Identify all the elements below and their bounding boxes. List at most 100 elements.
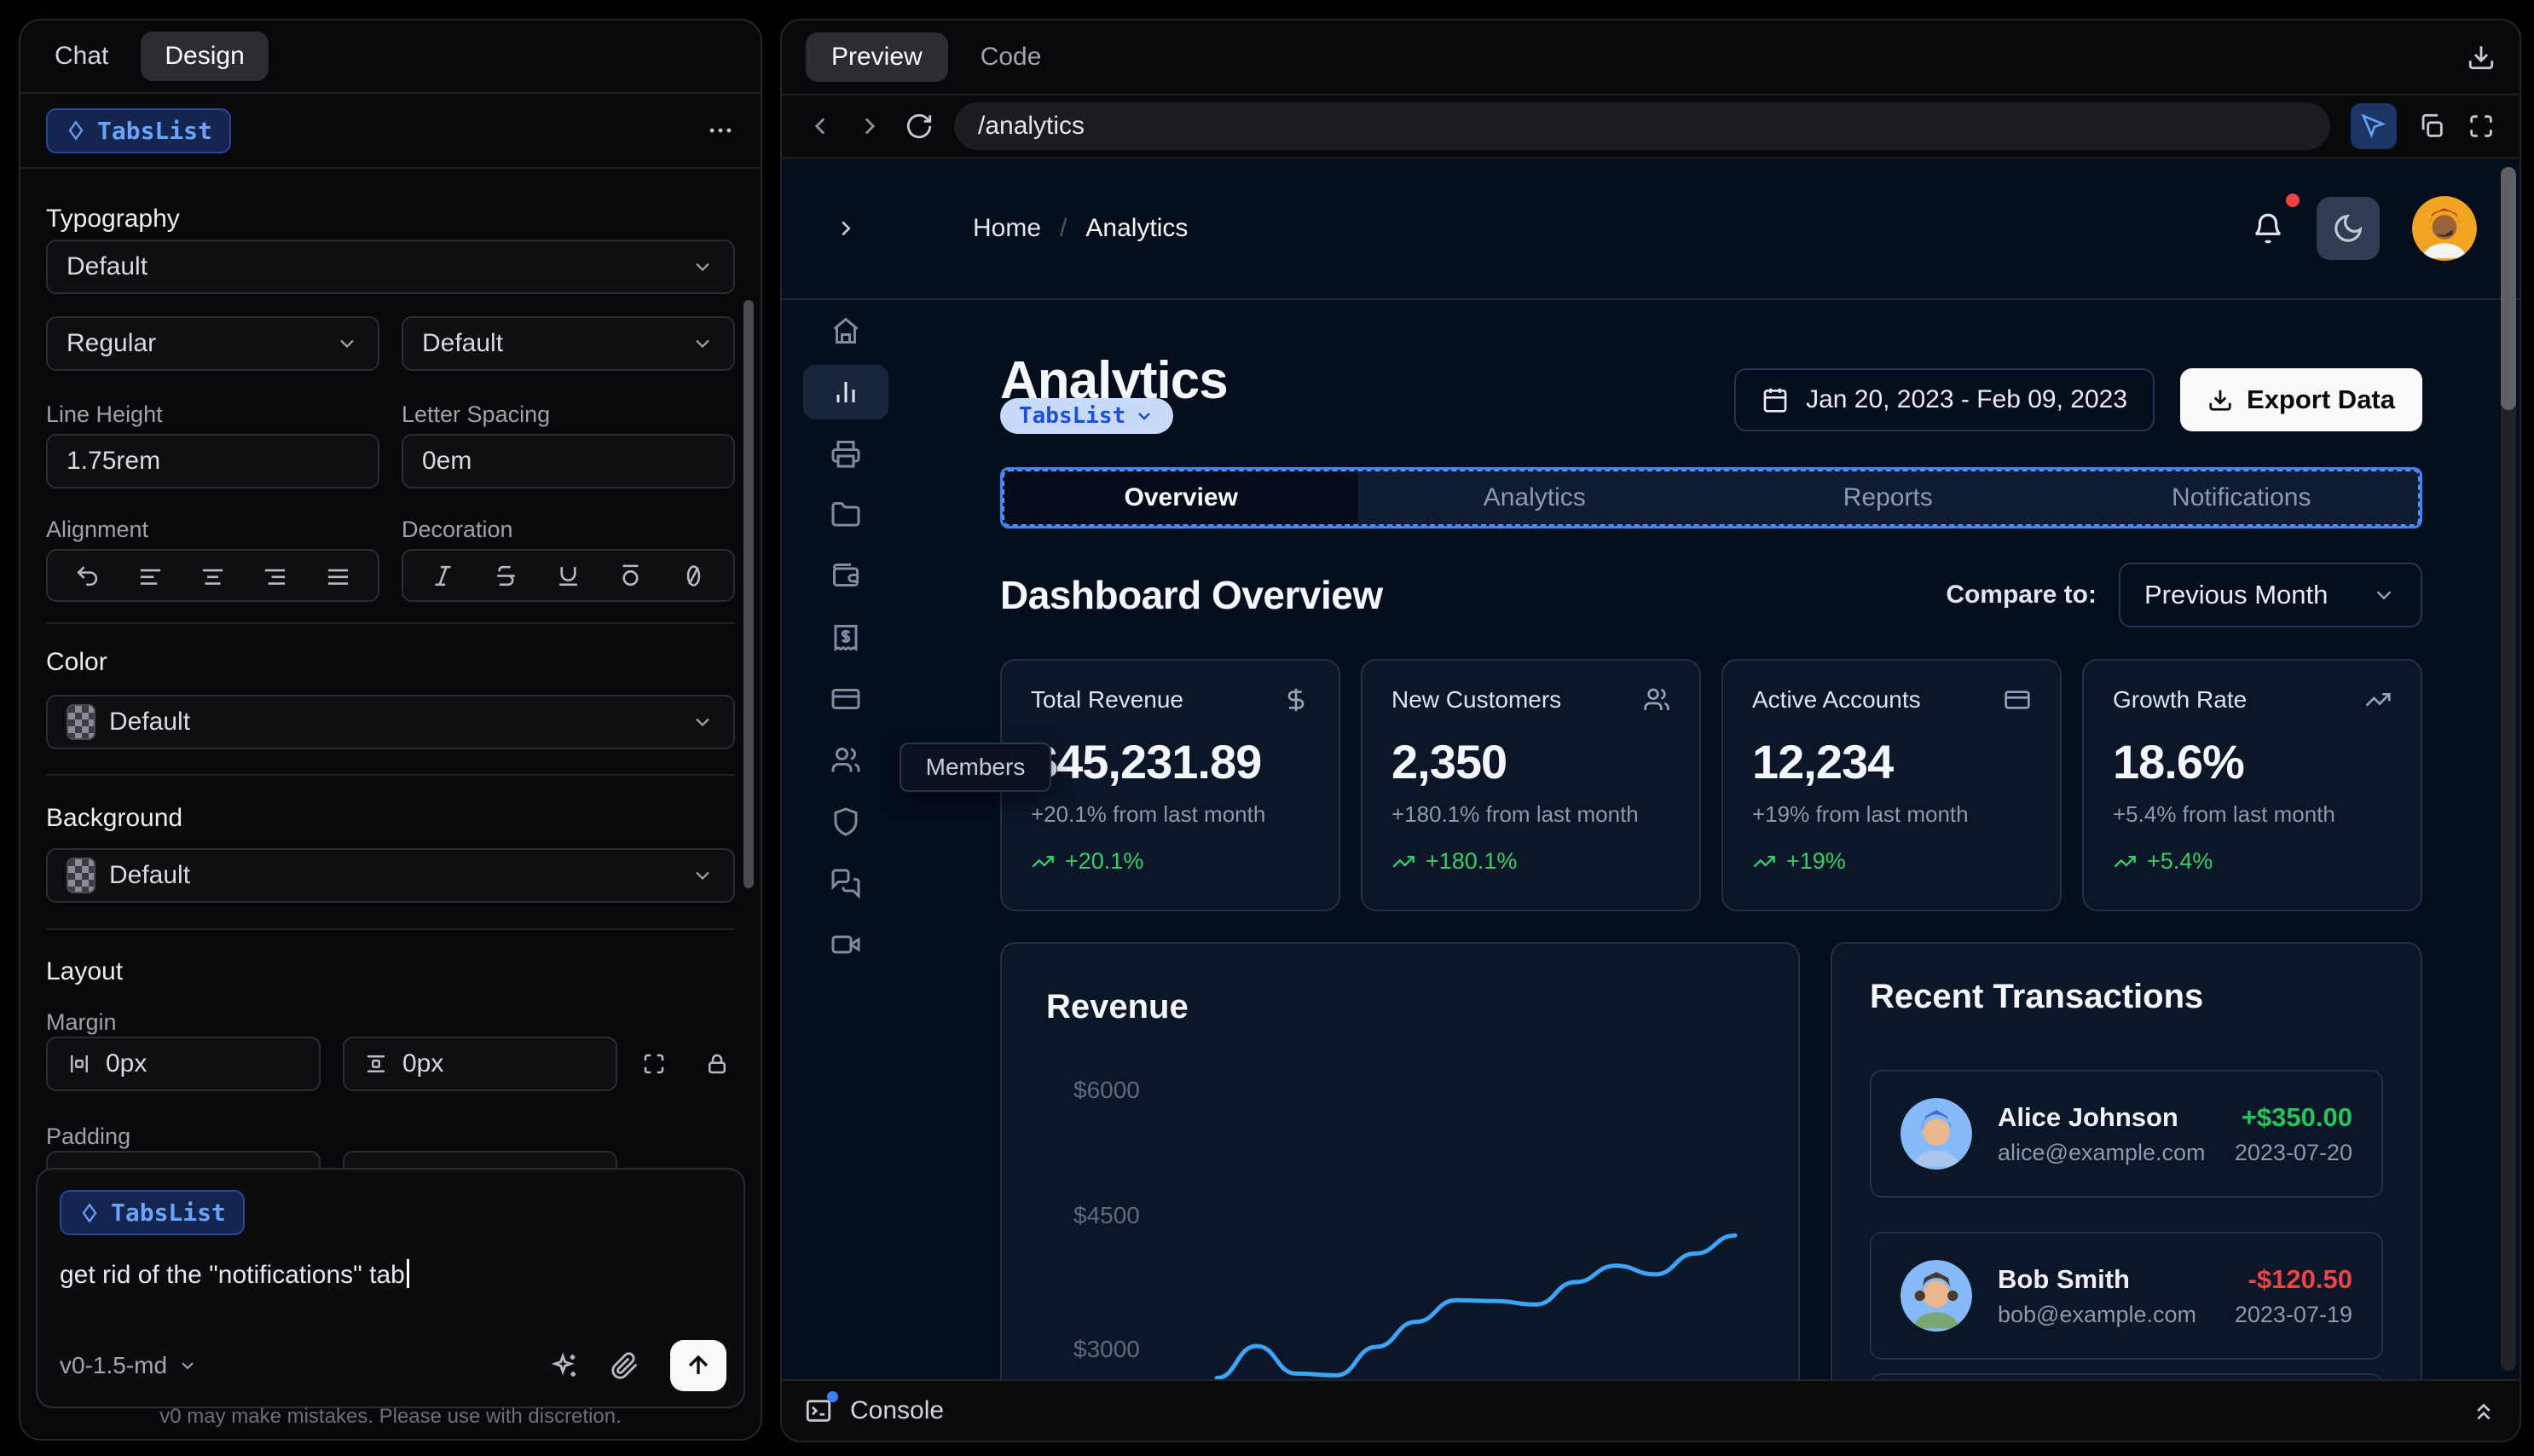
margin-lock-button[interactable] bbox=[704, 1051, 730, 1077]
sidebar-item-video[interactable] bbox=[803, 914, 888, 975]
align-right-button[interactable] bbox=[262, 563, 288, 589]
transaction-row[interactable]: Bob Smith bob@example.com -$120.50 2023-… bbox=[1870, 1232, 2383, 1360]
refresh-button[interactable] bbox=[905, 112, 934, 141]
design-panel-scrollbar[interactable] bbox=[743, 300, 754, 888]
stat-card-new-customers: New Customers 2,350 +180.1% from last mo… bbox=[1361, 659, 1701, 911]
ellipsis-icon bbox=[709, 128, 732, 133]
italic-button[interactable] bbox=[430, 563, 456, 589]
tab-reports[interactable]: Reports bbox=[1711, 471, 2065, 524]
align-left-icon bbox=[140, 569, 160, 585]
tab-code[interactable]: Code bbox=[969, 32, 1054, 82]
no-decoration-button[interactable] bbox=[680, 563, 707, 589]
fullscreen-button[interactable] bbox=[2467, 112, 2496, 141]
strikethrough-button[interactable] bbox=[493, 563, 519, 589]
export-data-button[interactable]: Export Data bbox=[2180, 368, 2422, 431]
sidebar-item-security[interactable] bbox=[803, 791, 888, 852]
user-avatar[interactable] bbox=[2412, 196, 2477, 261]
font-weight-select[interactable]: Regular bbox=[46, 316, 379, 371]
background-select[interactable]: Default bbox=[46, 848, 735, 903]
align-justify-button[interactable] bbox=[325, 563, 351, 589]
viewport-scrollbar-thumb[interactable] bbox=[2501, 167, 2516, 410]
color-title: Color bbox=[46, 648, 107, 676]
trending-up-icon bbox=[2114, 855, 2136, 868]
align-left-button[interactable] bbox=[137, 563, 164, 589]
tab-overview[interactable]: Overview bbox=[1004, 471, 1358, 524]
color-select[interactable]: Default bbox=[46, 695, 735, 749]
enhance-prompt-button[interactable] bbox=[551, 1351, 580, 1380]
prompt-element-chip[interactable]: TabsList bbox=[60, 1190, 245, 1235]
sidebar-toggle-button[interactable] bbox=[833, 216, 859, 241]
tab-design[interactable]: Design bbox=[141, 32, 269, 81]
stats-row: Total Revenue $45,231.89 +20.1% from las… bbox=[1000, 659, 2422, 911]
margin-vertical-icon bbox=[367, 1055, 385, 1072]
line-height-input[interactable] bbox=[67, 447, 359, 476]
tab-notifications[interactable]: Notifications bbox=[2065, 471, 2419, 524]
console-expand-button[interactable] bbox=[2470, 1397, 2497, 1424]
stat-value: 12,234 bbox=[1752, 735, 1894, 789]
disclaimer-text: v0 may make mistakes. Please use with di… bbox=[159, 1405, 622, 1428]
margin-x-input[interactable] bbox=[106, 1049, 300, 1078]
dollar-icon bbox=[1287, 688, 1305, 712]
prompt-box[interactable]: TabsList get rid of the "notifications" … bbox=[36, 1168, 745, 1408]
copy-button[interactable] bbox=[2417, 112, 2446, 141]
element-menu-button[interactable] bbox=[706, 116, 735, 145]
transparent-swatch-icon bbox=[67, 858, 95, 893]
send-button[interactable] bbox=[670, 1340, 726, 1391]
notifications-button[interactable] bbox=[2252, 194, 2300, 245]
stat-title: Active Accounts bbox=[1752, 686, 1921, 713]
date-range-picker[interactable]: Jan 20, 2023 - Feb 09, 2023 bbox=[1734, 368, 2155, 431]
typography-title: Typography bbox=[46, 205, 180, 233]
margin-x-field-wrap bbox=[46, 1037, 321, 1091]
sidebar-item-wallet[interactable] bbox=[803, 546, 888, 607]
letter-spacing-input[interactable] bbox=[422, 447, 714, 476]
tab-analytics[interactable]: Analytics bbox=[1358, 471, 1712, 524]
color-section: Color Default bbox=[46, 624, 735, 776]
compare-select[interactable]: Previous Month bbox=[2119, 563, 2422, 627]
sidebar-item-cards[interactable] bbox=[803, 668, 888, 730]
design-panel-header: Chat Design bbox=[20, 20, 761, 94]
reset-alignment-button[interactable] bbox=[74, 563, 101, 589]
selected-element-chip[interactable]: TabsList bbox=[46, 107, 231, 153]
attach-file-button[interactable] bbox=[610, 1351, 639, 1380]
font-size-select[interactable]: Default bbox=[402, 316, 735, 371]
sidebar-item-home[interactable] bbox=[803, 300, 888, 361]
tab-chat[interactable]: Chat bbox=[46, 32, 117, 81]
sidebar-item-files[interactable] bbox=[803, 484, 888, 546]
overline-button[interactable] bbox=[617, 563, 644, 589]
sidebar-item-messages[interactable] bbox=[803, 852, 888, 914]
sidebar-item-analytics[interactable] bbox=[803, 365, 888, 419]
selected-tag-pill[interactable]: TabsList bbox=[1000, 398, 1174, 434]
align-center-button[interactable] bbox=[200, 563, 226, 589]
viewport-scrollbar[interactable] bbox=[2501, 167, 2516, 1371]
forward-button[interactable] bbox=[855, 112, 884, 141]
transaction-date: 2023-07-19 bbox=[2234, 1301, 2352, 1327]
margin-y-input[interactable] bbox=[402, 1049, 597, 1078]
breadcrumb-home[interactable]: Home bbox=[973, 214, 1041, 243]
sidebar-item-print[interactable] bbox=[803, 423, 888, 484]
margin-label: Margin bbox=[46, 1009, 117, 1035]
prompt-input[interactable]: get rid of the "notifications" tab bbox=[60, 1259, 721, 1290]
slashed-zero-icon bbox=[686, 564, 700, 586]
sidebar-item-members[interactable] bbox=[803, 730, 888, 791]
console-bar[interactable]: Console bbox=[782, 1379, 2520, 1441]
model-selector[interactable]: v0-1.5-md bbox=[60, 1352, 198, 1379]
stat-card-growth-rate: Growth Rate 18.6% +5.4% from last month … bbox=[2082, 659, 2422, 911]
tab-preview[interactable]: Preview bbox=[806, 32, 948, 82]
underline-button[interactable] bbox=[555, 563, 581, 589]
stat-title: New Customers bbox=[1391, 686, 1562, 713]
url-input[interactable]: /analytics bbox=[954, 102, 2330, 150]
sidebar-item-invoices[interactable] bbox=[803, 607, 888, 668]
theme-toggle-button[interactable] bbox=[2317, 197, 2380, 260]
back-button[interactable] bbox=[806, 112, 835, 141]
transactions-title: Recent Transactions bbox=[1870, 978, 2204, 1015]
margin-expand-button[interactable] bbox=[641, 1051, 667, 1077]
stat-trend-value: +5.4% bbox=[2147, 848, 2213, 874]
download-button[interactable] bbox=[2467, 43, 2496, 72]
moon-icon bbox=[2334, 214, 2363, 242]
font-family-select[interactable]: Default bbox=[46, 240, 735, 294]
transaction-amount: +$350.00 bbox=[2241, 1101, 2352, 1132]
export-data-label: Export Data bbox=[2247, 384, 2395, 414]
diamond-icon bbox=[82, 1202, 97, 1223]
transaction-row[interactable]: Alice Johnson alice@example.com +$350.00… bbox=[1870, 1070, 2383, 1198]
element-select-mode-button[interactable] bbox=[2351, 103, 2397, 149]
